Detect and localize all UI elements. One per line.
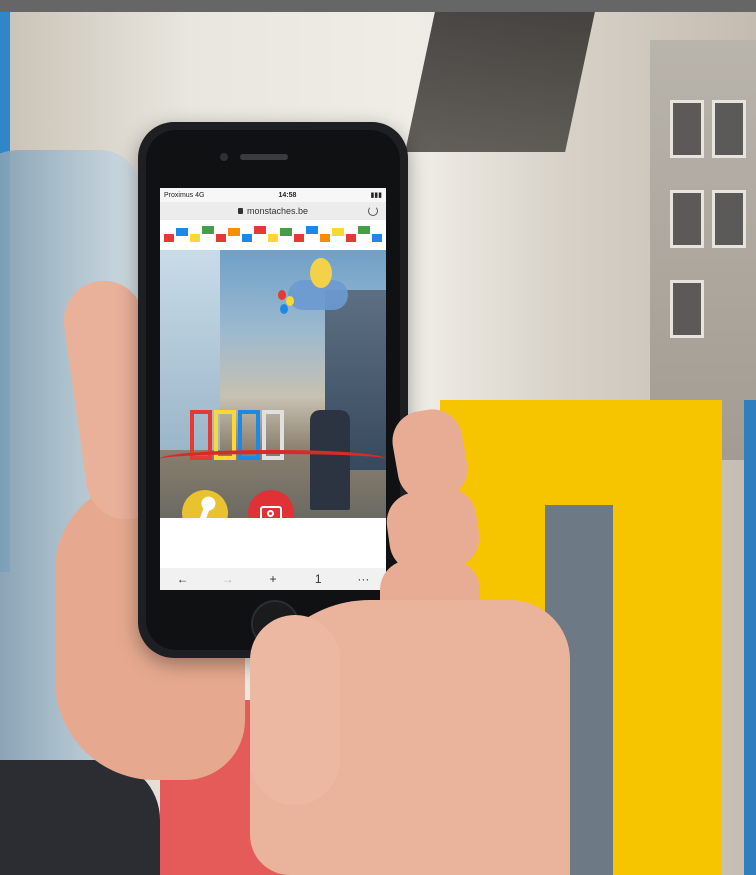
banner-block	[372, 234, 382, 242]
photo-scene: Proximus 4G 14:58 ▮▮▮ monstaches.be ← → …	[0, 0, 756, 875]
window	[712, 100, 746, 158]
key-button[interactable]	[182, 490, 228, 518]
ar-character-sticker	[310, 258, 332, 288]
status-bar: Proximus 4G 14:58 ▮▮▮	[160, 188, 386, 202]
address-bar[interactable]: monstaches.be	[160, 202, 386, 220]
window	[670, 100, 704, 158]
site-banner	[160, 220, 386, 250]
clock: 14:58	[278, 191, 297, 199]
banner-block	[346, 234, 356, 242]
more-button[interactable]: ···	[354, 572, 372, 586]
ar-camera-view[interactable]	[160, 250, 386, 518]
top-bar	[0, 0, 756, 12]
browser-toolbar: ← → + 1 ···	[160, 568, 386, 590]
capture-button[interactable]	[248, 490, 294, 518]
banner-block	[164, 234, 174, 242]
phone-screen: Proximus 4G 14:58 ▮▮▮ monstaches.be ← → …	[160, 188, 386, 590]
blue-edge-right	[744, 400, 756, 875]
window	[670, 190, 704, 248]
banner-block	[176, 228, 188, 236]
ar-ribbon	[160, 450, 386, 468]
balloons-icon	[278, 290, 298, 330]
new-tab-button[interactable]: +	[264, 572, 282, 586]
key-icon	[198, 501, 212, 518]
right-thumb	[250, 615, 340, 805]
battery-icon: ▮▮▮	[370, 192, 382, 199]
balloon	[286, 296, 294, 306]
forward-button[interactable]: →	[219, 572, 237, 586]
banner-block	[190, 234, 200, 242]
banner-block	[332, 228, 344, 236]
banner-block	[268, 234, 278, 242]
camera-icon	[260, 505, 282, 518]
banner-block	[294, 234, 304, 242]
banner-block	[202, 226, 214, 234]
tabs-button[interactable]: 1	[309, 572, 327, 586]
banner-block	[228, 228, 240, 236]
reload-icon[interactable]	[368, 206, 378, 216]
balcony-overhang	[405, 12, 595, 152]
front-camera-icon	[220, 153, 228, 161]
earpiece-speaker	[240, 154, 288, 160]
banner-block	[280, 228, 292, 236]
window	[670, 280, 704, 338]
balloon	[280, 304, 288, 314]
banner-block	[216, 234, 226, 242]
smartphone: Proximus 4G 14:58 ▮▮▮ monstaches.be ← → …	[138, 122, 408, 658]
background-building	[650, 40, 756, 460]
banner-block	[306, 226, 318, 234]
window	[712, 190, 746, 248]
banner-block	[320, 234, 330, 242]
carrier-label: Proximus 4G	[164, 191, 205, 199]
banner-block	[242, 234, 252, 242]
url-text: monstaches.be	[246, 206, 309, 216]
banner-block	[254, 226, 266, 234]
banner-block	[358, 226, 370, 234]
back-button[interactable]: ←	[174, 572, 192, 586]
lock-icon	[237, 208, 243, 214]
balloon	[278, 290, 286, 300]
